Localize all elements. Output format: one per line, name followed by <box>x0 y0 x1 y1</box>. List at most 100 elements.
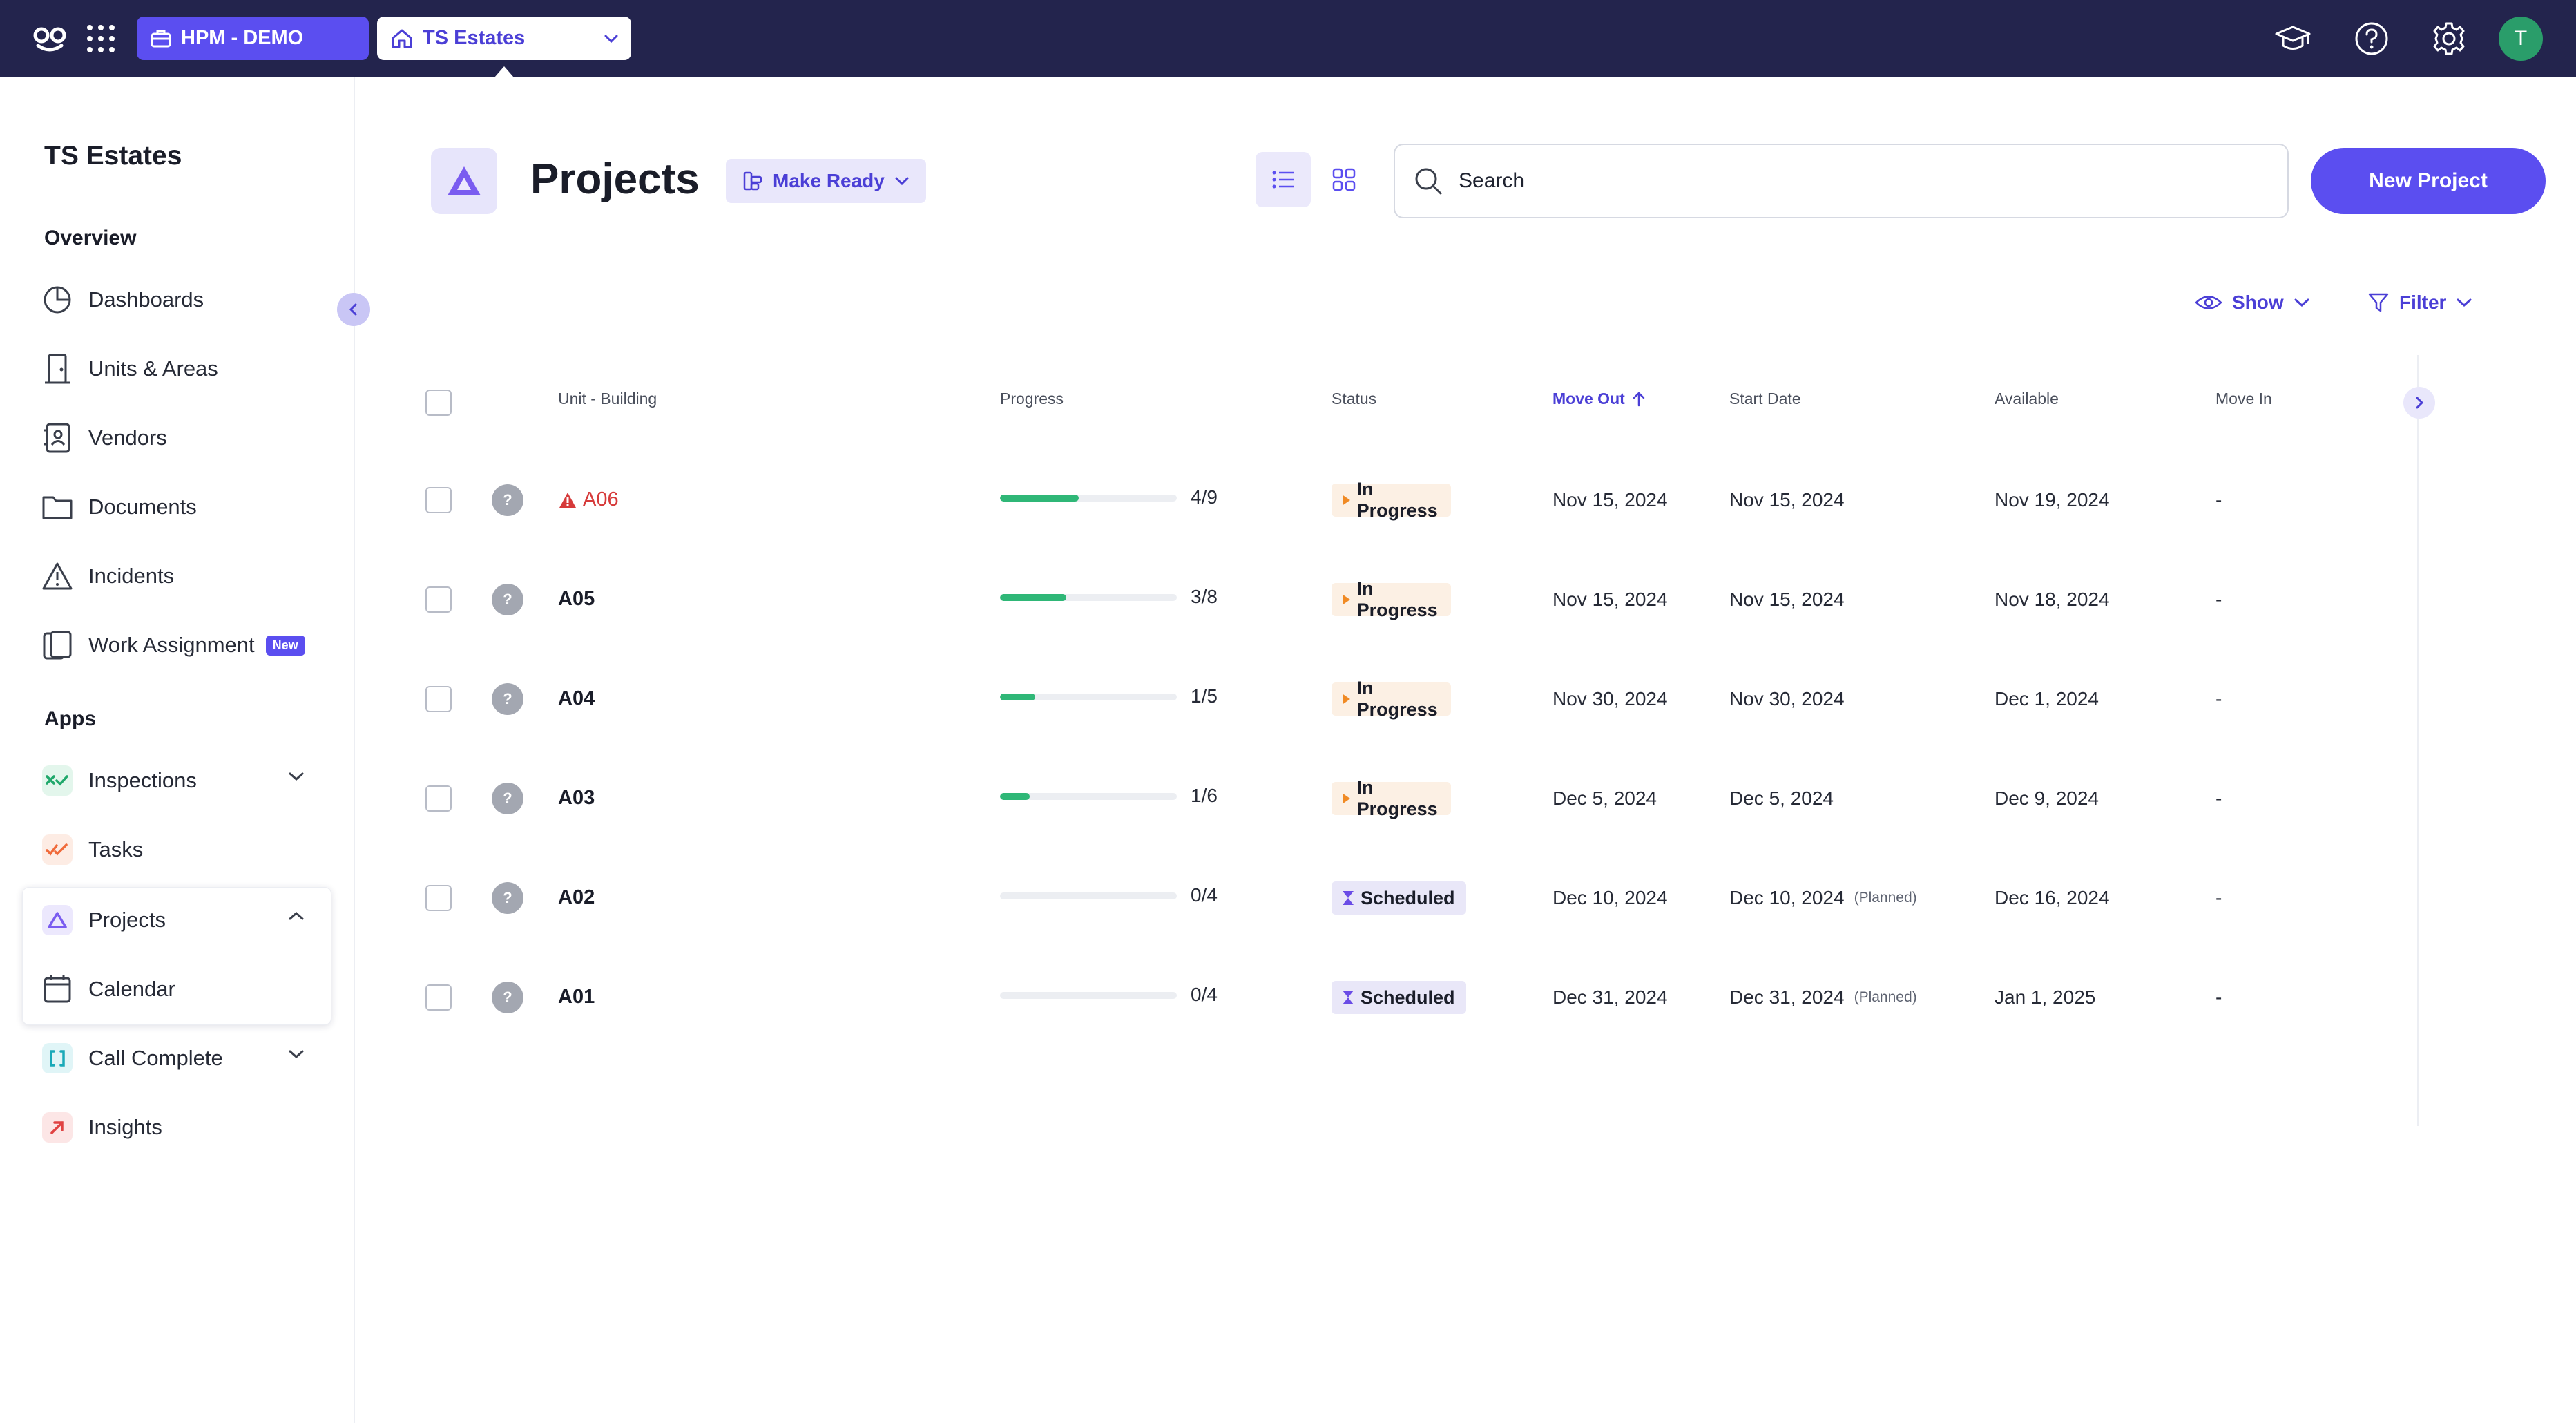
sidebar-item-units-areas[interactable]: Units & Areas <box>39 344 329 394</box>
unit-link[interactable]: A01 <box>558 986 595 1009</box>
warning-icon <box>39 557 76 595</box>
play-icon <box>1343 694 1350 705</box>
app-grid-icon[interactable] <box>84 22 117 55</box>
column-header-unit[interactable]: Unit - Building <box>558 390 657 408</box>
available-date: Dec 9, 2024 <box>1995 787 2099 809</box>
inspections-icon-wrap <box>39 762 76 799</box>
start-date-value: Nov 30, 2024 <box>1729 688 1845 709</box>
unit-label: A02 <box>558 886 595 908</box>
available-date: Dec 16, 2024 <box>1995 887 2110 908</box>
move-out-date: Dec 31, 2024 <box>1553 986 1668 1008</box>
chevron-down-icon[interactable] <box>287 1049 305 1060</box>
move-in-date: - <box>2215 887 2222 908</box>
list-view-button[interactable] <box>1256 152 1311 207</box>
column-header-available[interactable]: Available <box>1995 390 2059 408</box>
sidebar-item-insights[interactable]: Insights <box>39 1102 329 1152</box>
sidebar-item-vendors[interactable]: Vendors <box>39 413 329 463</box>
planned-label: (Planned) <box>1854 989 1917 1005</box>
filter-control[interactable]: Filter <box>2367 292 2472 314</box>
move-out-date: Nov 15, 2024 <box>1553 589 1668 610</box>
graduation-cap-icon[interactable] <box>2274 21 2312 57</box>
column-header-move-in[interactable]: Move In <box>2215 390 2272 408</box>
unknown-assignee-icon[interactable]: ? <box>492 683 523 715</box>
row-checkbox[interactable] <box>425 984 452 1011</box>
sidebar-item-calendar[interactable]: Calendar <box>39 964 329 1014</box>
chevron-down-icon <box>895 177 909 186</box>
unknown-assignee-icon[interactable]: ? <box>492 982 523 1013</box>
progress-count: 1/5 <box>1191 685 1218 707</box>
clipboard-icon <box>39 627 76 664</box>
search-box[interactable] <box>1394 144 2289 218</box>
chevron-right-icon <box>2416 397 2424 409</box>
contact-book-icon <box>39 419 76 457</box>
hourglass-icon <box>1343 891 1354 905</box>
sidebar-item-tasks[interactable]: Tasks <box>39 825 329 875</box>
organization-switcher[interactable]: HPM - DEMO <box>137 17 369 60</box>
organization-label: HPM - DEMO <box>181 27 304 49</box>
show-columns-control[interactable]: Show <box>2195 292 2310 314</box>
start-date-value: Nov 15, 2024 <box>1729 589 1845 610</box>
property-switcher[interactable]: TS Estates <box>377 17 631 60</box>
row-checkbox[interactable] <box>425 686 452 712</box>
sidebar-item-label: Incidents <box>88 564 175 588</box>
template-selector[interactable]: Make Ready <box>726 159 926 203</box>
sidebar-item-documents[interactable]: Documents <box>39 482 329 532</box>
available-date: Dec 1, 2024 <box>1995 688 2099 709</box>
progress-bar-fill <box>1000 495 1079 502</box>
available-date: Nov 19, 2024 <box>1995 489 2110 510</box>
sidebar-item-label: Documents <box>88 495 197 519</box>
chevron-down-icon[interactable] <box>287 771 305 782</box>
sidebar: TS Estates Overview Dashboards Units & A… <box>0 77 370 1423</box>
sidebar-item-projects[interactable]: Projects <box>39 895 329 945</box>
column-header-move-out[interactable]: Move Out <box>1553 390 1646 408</box>
sidebar-item-incidents[interactable]: Incidents <box>39 551 329 601</box>
sidebar-item-label: Inspections <box>88 768 197 792</box>
move-in-date: - <box>2215 589 2222 610</box>
available-date: Nov 18, 2024 <box>1995 589 2110 610</box>
unit-link[interactable]: A02 <box>558 886 595 909</box>
row-checkbox[interactable] <box>425 487 452 513</box>
logo-icon[interactable] <box>32 21 68 57</box>
sidebar-item-call-complete[interactable]: Call Complete <box>39 1033 329 1083</box>
unknown-assignee-icon[interactable]: ? <box>492 584 523 615</box>
row-checkbox[interactable] <box>425 586 452 613</box>
sidebar-item-inspections[interactable]: Inspections <box>39 756 329 805</box>
search-input[interactable] <box>1459 169 2218 193</box>
unit-link[interactable]: A03 <box>558 787 595 810</box>
start-date: Nov 15, 2024 <box>1729 489 1854 511</box>
row-checkbox[interactable] <box>425 785 452 812</box>
sidebar-item-work-assignment[interactable]: Work Assignment New <box>39 620 329 670</box>
column-header-status[interactable]: Status <box>1332 390 1376 408</box>
scroll-columns-right-button[interactable] <box>2403 387 2435 419</box>
sidebar-item-dashboards[interactable]: Dashboards <box>39 275 329 325</box>
hourglass-icon <box>1343 991 1354 1004</box>
column-header-progress[interactable]: Progress <box>1000 390 1064 408</box>
user-avatar[interactable]: T <box>2499 17 2543 61</box>
settings-gear-icon[interactable] <box>2430 19 2468 58</box>
progress-bar-fill <box>1000 793 1030 800</box>
unknown-assignee-icon[interactable]: ? <box>492 484 523 516</box>
row-checkbox[interactable] <box>425 885 452 911</box>
folder-icon <box>39 488 76 526</box>
select-all-checkbox[interactable] <box>425 390 452 416</box>
sidebar-item-label: Vendors <box>88 426 167 450</box>
sidebar-item-label: Projects <box>88 908 166 932</box>
status-label: Scheduled <box>1361 887 1455 908</box>
move-out-date: Dec 10, 2024 <box>1553 887 1668 908</box>
column-header-start-date[interactable]: Start Date <box>1729 390 1801 408</box>
help-icon[interactable] <box>2352 19 2391 58</box>
play-icon <box>1343 495 1350 506</box>
unit-link[interactable]: A05 <box>558 588 595 611</box>
unknown-assignee-icon[interactable]: ? <box>492 783 523 814</box>
tasks-icon <box>42 834 73 865</box>
available-date: Jan 1, 2025 <box>1995 986 2096 1008</box>
unit-link[interactable]: A04 <box>558 687 595 710</box>
chevron-up-icon[interactable] <box>287 910 305 921</box>
unit-link[interactable]: A06 <box>558 488 619 511</box>
insights-icon <box>42 1112 73 1143</box>
new-project-button[interactable]: New Project <box>2311 148 2546 214</box>
grid-view-button[interactable] <box>1316 152 1372 207</box>
projects-icon-wrap <box>39 901 76 939</box>
column-divider <box>2417 355 2419 1126</box>
unknown-assignee-icon[interactable]: ? <box>492 882 523 914</box>
